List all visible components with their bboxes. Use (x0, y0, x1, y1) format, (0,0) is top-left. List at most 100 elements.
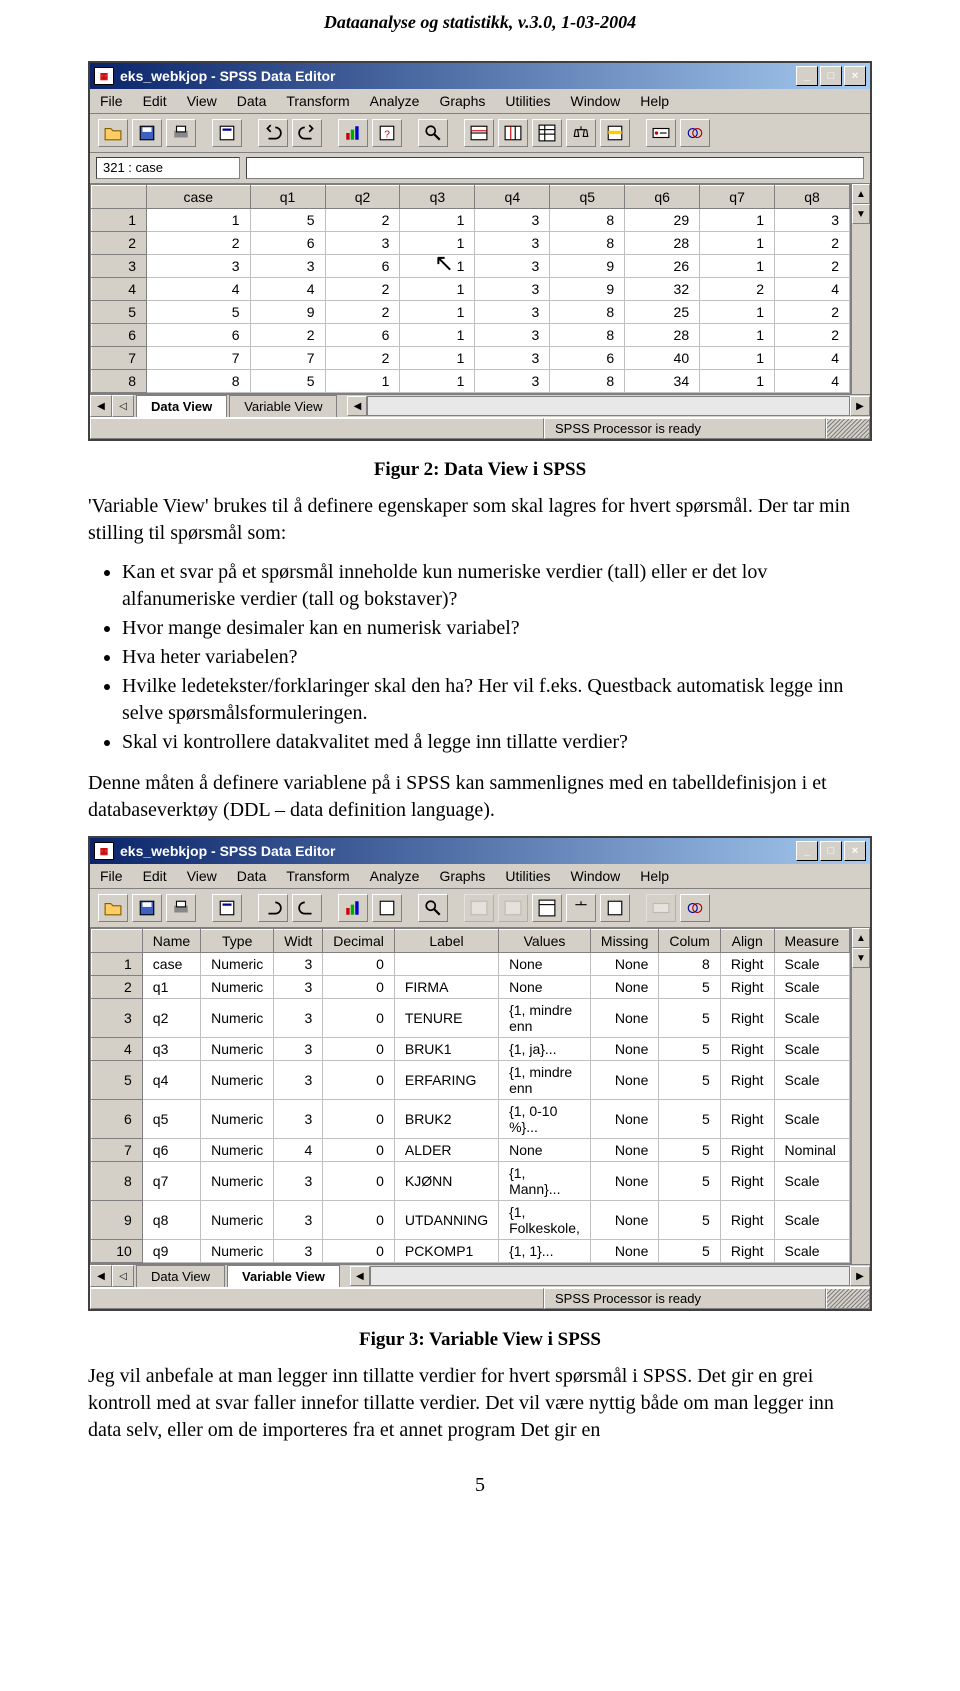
data-cell[interactable]: 5 (659, 1240, 720, 1263)
data-cell[interactable]: 3 (274, 976, 323, 999)
data-cell[interactable]: 0 (323, 1201, 395, 1240)
column-header[interactable]: q6 (625, 186, 700, 209)
row-header[interactable]: 7 (92, 347, 147, 370)
minimize-button[interactable]: _ (796, 66, 818, 86)
data-cell[interactable]: 1 (400, 232, 475, 255)
data-cell[interactable]: 5 (659, 999, 720, 1038)
data-cell[interactable]: 6 (250, 232, 325, 255)
data-cell[interactable]: 2 (775, 301, 850, 324)
data-cell[interactable]: 3 (475, 255, 550, 278)
data-cell[interactable]: 0 (323, 976, 395, 999)
data-cell[interactable]: 1 (400, 347, 475, 370)
column-header[interactable]: Decimal (323, 930, 395, 953)
data-cell[interactable]: 3 (475, 370, 550, 393)
data-cell[interactable]: Scale (774, 1201, 849, 1240)
undo-icon[interactable] (258, 894, 288, 922)
row-header[interactable]: 1 (92, 209, 147, 232)
column-header[interactable]: q1 (250, 186, 325, 209)
data-cell[interactable]: {1, 1}... (499, 1240, 591, 1263)
row-header[interactable]: 4 (92, 278, 147, 301)
scroll-down-icon[interactable]: ▼ (852, 948, 870, 968)
data-cell[interactable]: Scale (774, 1061, 849, 1100)
menu-utilities[interactable]: Utilities (505, 868, 550, 884)
menu-edit[interactable]: Edit (143, 868, 167, 884)
data-cell[interactable]: 1 (700, 370, 775, 393)
row-header[interactable]: 2 (92, 976, 143, 999)
data-cell[interactable]: Scale (774, 1162, 849, 1201)
data-cell[interactable]: 3 (274, 1061, 323, 1100)
column-header[interactable]: Measure (774, 930, 849, 953)
data-cell[interactable]: KJØNN (394, 1162, 498, 1201)
resize-grip-icon[interactable] (826, 418, 870, 439)
data-cell[interactable]: 6 (147, 324, 251, 347)
data-cell[interactable]: 7 (250, 347, 325, 370)
data-cell[interactable]: 2 (775, 232, 850, 255)
data-cell[interactable]: 1 (700, 347, 775, 370)
data-cell[interactable]: Nominal (774, 1139, 849, 1162)
data-cell[interactable]: 9 (550, 278, 625, 301)
data-cell[interactable]: None (590, 1100, 658, 1139)
save-icon[interactable] (132, 894, 162, 922)
column-header[interactable]: Label (394, 930, 498, 953)
data-cell[interactable]: None (499, 976, 591, 999)
data-cell[interactable]: None (590, 1038, 658, 1061)
data-cell[interactable]: None (499, 1139, 591, 1162)
goto-chart-icon[interactable] (338, 119, 368, 147)
data-cell[interactable]: Right (720, 1162, 774, 1201)
column-header[interactable]: Type (201, 930, 274, 953)
open-icon[interactable] (98, 894, 128, 922)
menu-file[interactable]: File (100, 93, 123, 109)
data-cell[interactable]: {1, mindre enn (499, 999, 591, 1038)
data-cell[interactable]: Numeric (201, 999, 274, 1038)
data-cell[interactable]: {1, mindre enn (499, 1061, 591, 1100)
close-button[interactable]: × (844, 841, 866, 861)
horizontal-scrollbar[interactable]: ◀ ▶ (347, 396, 870, 416)
data-cell[interactable]: 4 (250, 278, 325, 301)
cell-reference-input[interactable]: 321 : case (96, 157, 240, 179)
data-cell[interactable]: 28 (625, 324, 700, 347)
data-cell[interactable]: None (499, 953, 591, 976)
tab-variable-view[interactable]: Variable View (227, 1265, 340, 1287)
split-file-icon[interactable] (532, 894, 562, 922)
close-button[interactable]: × (844, 66, 866, 86)
data-cell[interactable]: q5 (142, 1100, 200, 1139)
menu-data[interactable]: Data (237, 868, 267, 884)
scroll-left-icon[interactable]: ◀ (347, 396, 367, 416)
open-icon[interactable] (98, 119, 128, 147)
row-header[interactable]: 6 (92, 324, 147, 347)
row-header[interactable]: 9 (92, 1201, 143, 1240)
insert-var-icon[interactable] (498, 894, 528, 922)
data-cell[interactable]: 34 (625, 370, 700, 393)
find-icon[interactable] (418, 894, 448, 922)
data-cell[interactable]: 2 (325, 301, 400, 324)
data-cell[interactable]: 1 (325, 370, 400, 393)
data-cell[interactable]: 40 (625, 347, 700, 370)
find-icon[interactable] (418, 119, 448, 147)
select-cases-icon[interactable] (600, 119, 630, 147)
row-header[interactable]: 7 (92, 1139, 143, 1162)
data-cell[interactable]: 5 (250, 209, 325, 232)
data-cell[interactable]: q3 (142, 1038, 200, 1061)
redo-icon[interactable] (292, 894, 322, 922)
column-header[interactable]: Missing (590, 930, 658, 953)
data-cell[interactable]: Numeric (201, 953, 274, 976)
data-cell[interactable]: 1 (700, 301, 775, 324)
column-header[interactable]: q7 (700, 186, 775, 209)
data-cell[interactable]: Right (720, 1240, 774, 1263)
insert-case-icon[interactable] (464, 894, 494, 922)
insert-var-icon[interactable] (498, 119, 528, 147)
data-cell[interactable]: 4 (274, 1139, 323, 1162)
menu-analyze[interactable]: Analyze (370, 93, 420, 109)
data-cell[interactable]: 3 (274, 1100, 323, 1139)
data-cell[interactable]: 2 (250, 324, 325, 347)
data-cell[interactable]: Numeric (201, 1139, 274, 1162)
data-cell[interactable]: 3 (274, 1162, 323, 1201)
data-cell[interactable]: 3 (775, 209, 850, 232)
maximize-button[interactable]: □ (820, 66, 842, 86)
column-header[interactable]: Align (720, 930, 774, 953)
data-cell[interactable]: 3 (475, 232, 550, 255)
data-cell[interactable]: 4 (775, 370, 850, 393)
data-cell[interactable]: BRUK2 (394, 1100, 498, 1139)
data-cell[interactable]: {1, ja}... (499, 1038, 591, 1061)
menu-data[interactable]: Data (237, 93, 267, 109)
